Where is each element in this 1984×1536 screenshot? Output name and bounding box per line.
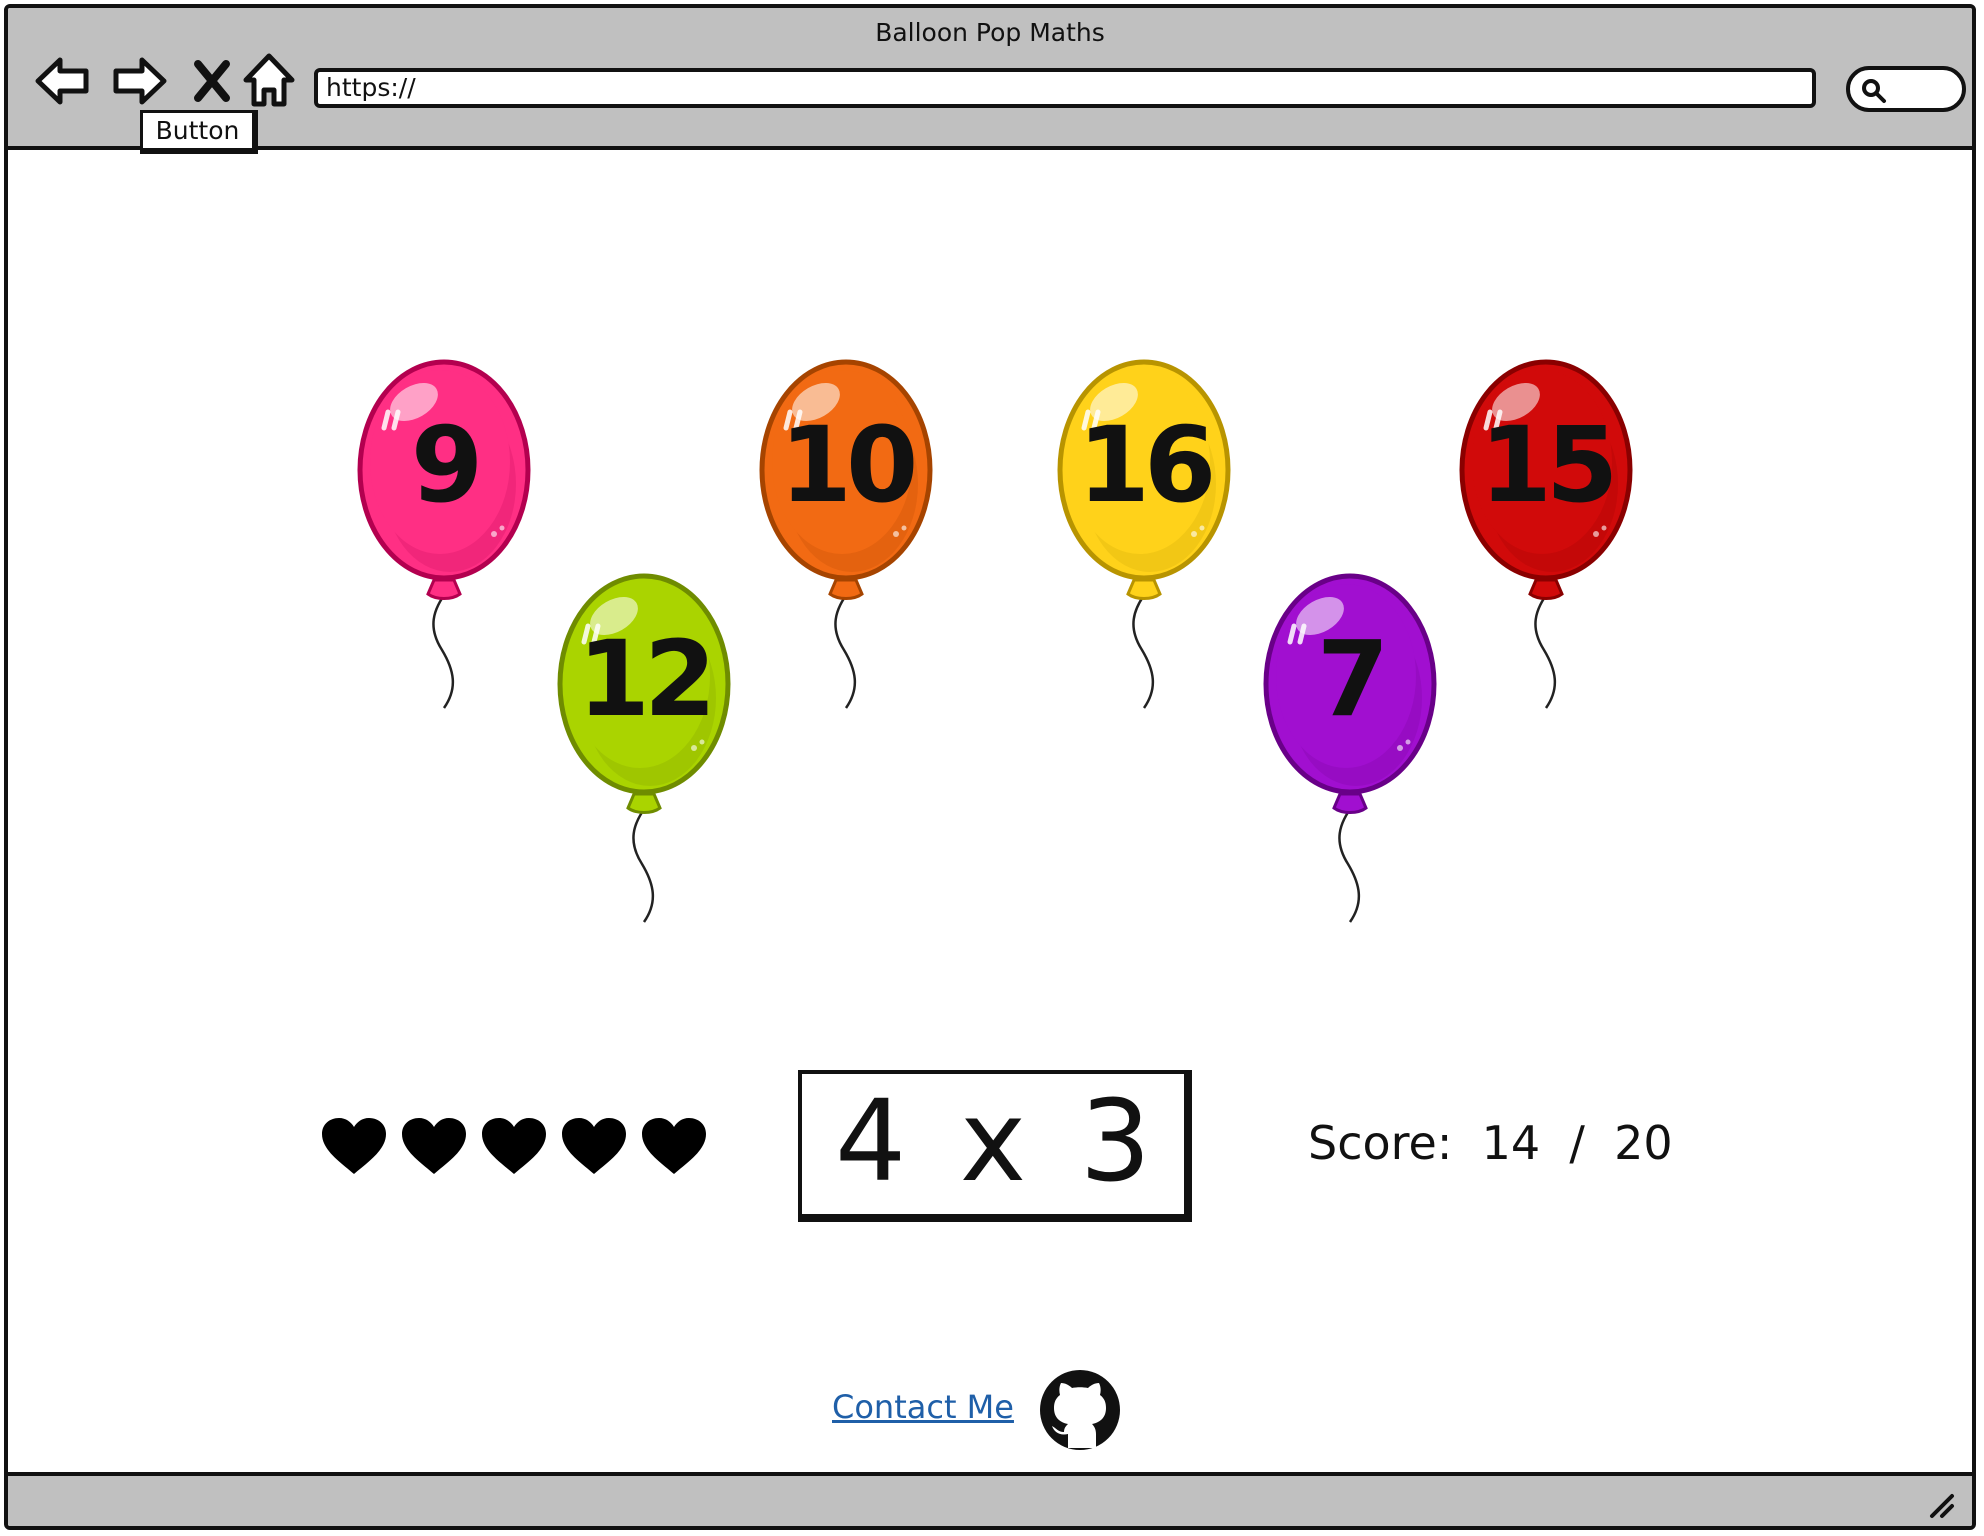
- back-button[interactable]: [34, 52, 92, 110]
- balloon-number: 12: [577, 618, 717, 740]
- balloon-number: 9: [410, 404, 483, 526]
- balloon-number: 10: [779, 404, 919, 526]
- url-input[interactable]: https://: [314, 68, 1816, 108]
- search-icon: [1862, 79, 1886, 103]
- browser-statusbar: [8, 1472, 1972, 1526]
- balloon-15[interactable]: 15: [1456, 358, 1636, 718]
- arrow-right-icon: [113, 57, 167, 105]
- close-icon: [194, 60, 230, 102]
- balloon-number: 16: [1077, 404, 1217, 526]
- stop-button[interactable]: [184, 52, 242, 110]
- home-button[interactable]: [240, 52, 298, 110]
- balloon-7[interactable]: 7: [1260, 572, 1440, 932]
- browser-titlebar: Balloon Pop Maths https://: [8, 8, 1972, 150]
- score-label: Score:: [1308, 1116, 1453, 1170]
- balloon-number: 7: [1316, 618, 1389, 740]
- heart-icon: [400, 1116, 468, 1180]
- forward-button[interactable]: [110, 52, 168, 110]
- score-total: 20: [1614, 1116, 1673, 1170]
- game-area: 9 12 10 16 7 15 4 x 3 Score: 14 / 20 Contact …: [8, 150, 1972, 1472]
- balloon-10[interactable]: 10: [756, 358, 936, 718]
- score-separator: /: [1569, 1116, 1585, 1170]
- balloon-number: 15: [1479, 404, 1619, 526]
- heart-icon: [640, 1116, 708, 1180]
- balloon-12[interactable]: 12: [554, 572, 734, 932]
- heart-icon: [560, 1116, 628, 1180]
- balloon-16[interactable]: 16: [1054, 358, 1234, 718]
- heart-icon: [320, 1116, 388, 1180]
- home-icon: [243, 53, 295, 107]
- balloon-9[interactable]: 9: [354, 358, 534, 718]
- github-icon: [1040, 1370, 1120, 1450]
- contact-link[interactable]: Contact Me: [832, 1388, 1014, 1426]
- score-display: Score: 14 / 20: [1308, 1116, 1673, 1170]
- resize-grip-icon[interactable]: [1926, 1490, 1956, 1520]
- question-box: 4 x 3: [798, 1070, 1192, 1222]
- github-link[interactable]: [1038, 1368, 1122, 1452]
- arrow-left-icon: [35, 57, 89, 105]
- window-title: Balloon Pop Maths: [875, 18, 1105, 47]
- search-field[interactable]: [1846, 66, 1966, 112]
- tooltip-button[interactable]: Button: [140, 110, 258, 154]
- heart-icon: [480, 1116, 548, 1180]
- lives-display: [320, 1116, 708, 1180]
- browser-window: Balloon Pop Maths https:// Button 9 12 1…: [4, 4, 1976, 1530]
- score-value: 14: [1481, 1116, 1541, 1170]
